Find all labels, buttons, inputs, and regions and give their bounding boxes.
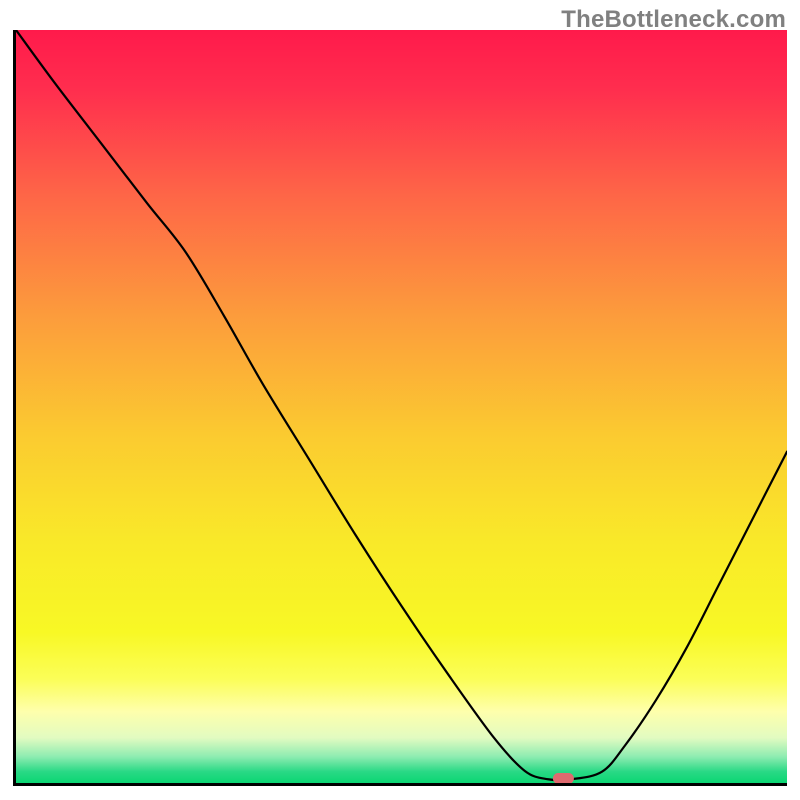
optimal-marker — [553, 773, 574, 783]
bottleneck-curve — [16, 30, 787, 780]
chart-container: TheBottleneck.com — [0, 0, 800, 800]
curve-layer — [16, 30, 787, 783]
plot-area — [13, 30, 787, 786]
